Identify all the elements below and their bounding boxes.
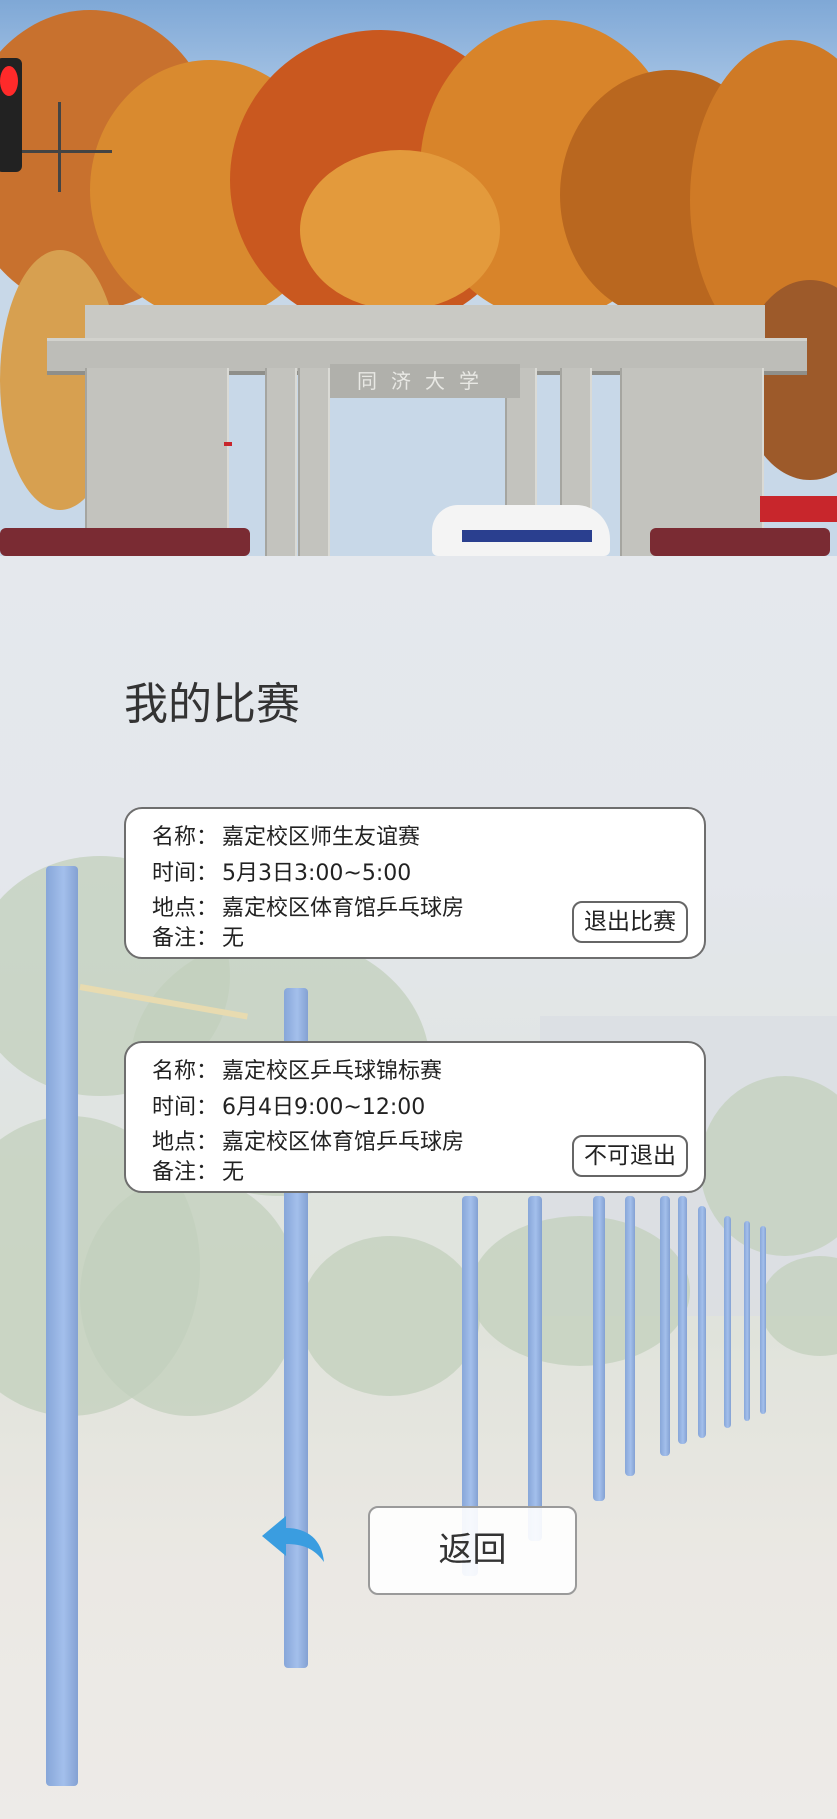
hedge <box>650 528 830 556</box>
cannot-quit-button[interactable]: 不可退出 <box>572 1135 688 1177</box>
match-card: 名称： 嘉定校区师生友谊赛 时间： 5月3日3:00~5:00 地点： 嘉定校区体育馆… <box>124 807 706 959</box>
match-name-row: 名称： 嘉定校区乒乓球锦标赛 <box>152 1053 442 1085</box>
match-name: 嘉定校区乒乓球锦标赛 <box>222 1059 443 1084</box>
match-note-row: 备注：无 <box>152 1154 244 1186</box>
match-place: 嘉定校区体育馆乒乓球房 <box>222 1130 465 1155</box>
name-label: 名称： <box>152 1059 219 1084</box>
match-time-row: 时间： 5月3日3:00~5:00 <box>152 855 411 887</box>
quit-match-button[interactable]: 退出比赛 <box>572 901 688 943</box>
header-photo: 同济大学 <box>0 0 837 556</box>
gate-pillar <box>265 368 297 556</box>
note-label: 备注： <box>152 926 219 951</box>
place-label: 地点： <box>152 896 219 921</box>
match-note-row: 备注：无 <box>152 920 244 952</box>
place-label: 地点： <box>152 1130 219 1155</box>
match-note: 无 <box>222 1160 245 1185</box>
match-time: 5月3日3:00~5:00 <box>222 861 412 886</box>
back-arrow-icon[interactable] <box>258 1512 328 1572</box>
match-time: 6月4日9:00~12:00 <box>222 1095 426 1120</box>
match-note: 无 <box>222 926 245 951</box>
gate-pillar <box>298 368 330 556</box>
match-name-row: 名称： 嘉定校区师生友谊赛 <box>152 819 420 851</box>
match-place-row: 地点： 嘉定校区体育馆乒乓球房 <box>152 890 464 922</box>
page-title: 我的比赛 <box>124 679 300 730</box>
police-car-stripe <box>462 530 592 542</box>
gate-sign: 同济大学 <box>330 364 520 398</box>
traffic-light-red <box>0 66 18 96</box>
red-banner <box>760 496 837 522</box>
time-label: 时间： <box>152 1095 219 1120</box>
note-label: 备注： <box>152 1160 219 1185</box>
back-button[interactable]: 返回 <box>368 1506 577 1595</box>
name-label: 名称： <box>152 825 219 850</box>
match-name: 嘉定校区师生友谊赛 <box>222 825 421 850</box>
match-time-row: 时间： 6月4日9:00~12:00 <box>152 1089 425 1121</box>
red-banner <box>224 442 232 446</box>
match-card: 名称： 嘉定校区乒乓球锦标赛 时间： 6月4日9:00~12:00 地点： 嘉定校区体… <box>124 1041 706 1193</box>
time-label: 时间： <box>152 861 219 886</box>
hedge <box>0 528 250 556</box>
match-place-row: 地点： 嘉定校区体育馆乒乓球房 <box>152 1124 464 1156</box>
pole-arm <box>22 150 112 153</box>
pole <box>58 102 61 192</box>
match-place: 嘉定校区体育馆乒乓球房 <box>222 896 465 921</box>
